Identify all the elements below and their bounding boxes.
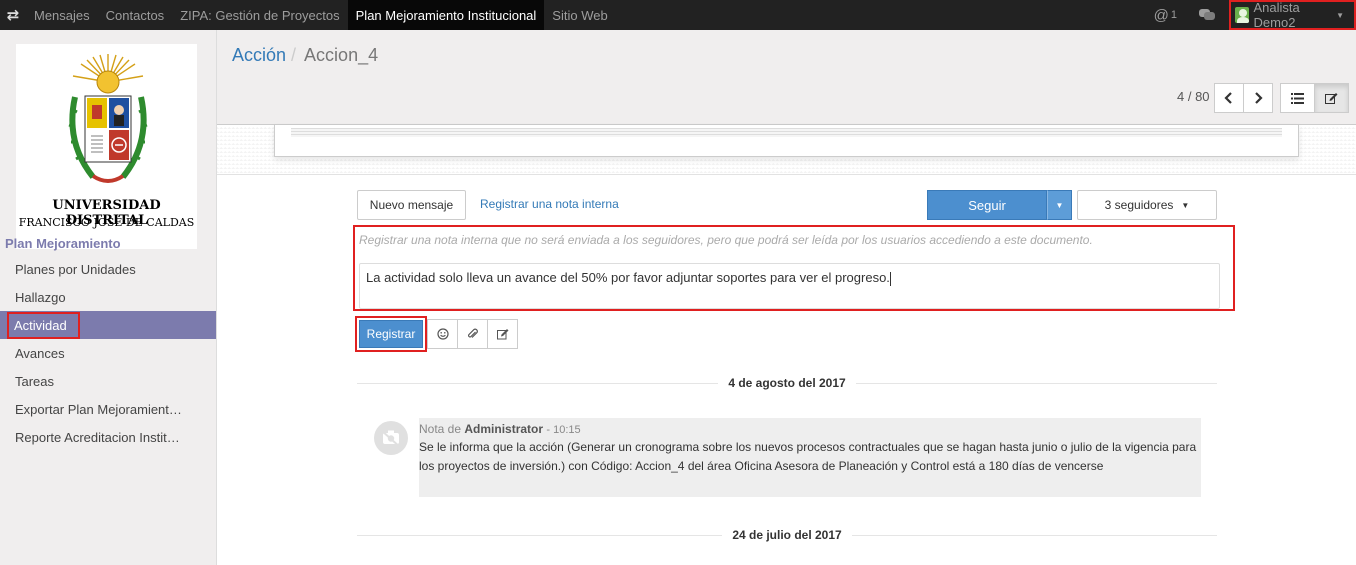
caret-down-icon: ▼ xyxy=(1055,200,1064,210)
divider xyxy=(357,534,723,536)
previous-button[interactable] xyxy=(1214,83,1244,113)
emoji-button[interactable] xyxy=(427,319,458,349)
followers-button[interactable]: 3 seguidores ▼ xyxy=(1077,190,1217,220)
edit-icon xyxy=(496,329,508,340)
follow-button[interactable]: Seguir xyxy=(927,190,1047,220)
smiley-icon xyxy=(436,328,449,340)
app-switcher-icon[interactable]: ⇄ xyxy=(0,0,26,30)
camera-icon xyxy=(380,429,402,449)
follow-dropdown-button[interactable]: ▼ xyxy=(1047,190,1072,220)
menu-plan-mejoramiento[interactable]: Plan Mejoramiento Institucional xyxy=(347,0,545,30)
crest-icon xyxy=(68,54,148,183)
user-menu[interactable]: Analista Demo2 ▼ xyxy=(1229,0,1356,30)
list-icon xyxy=(1291,92,1304,104)
sidebar-item-exportar[interactable]: Exportar Plan Mejoramient… xyxy=(0,395,216,423)
edit-icon xyxy=(1325,93,1338,104)
register-button[interactable]: Registrar xyxy=(359,320,423,348)
breadcrumb-current: Accion_4 xyxy=(304,45,379,65)
new-message-button[interactable]: Nuevo mensaje xyxy=(357,190,466,220)
message-body: Se le informa que la acción (Generar un … xyxy=(419,440,1197,473)
menu-sitio-web[interactable]: Sitio Web xyxy=(544,0,615,30)
form-view-button[interactable] xyxy=(1314,83,1349,113)
message-prefix: Nota de xyxy=(419,422,462,436)
menu-zipa[interactable]: ZIPA: Gestión de Proyectos xyxy=(172,0,347,30)
user-name: Analista Demo2 xyxy=(1253,0,1300,30)
top-menu: Mensajes Contactos ZIPA: Gestión de Proy… xyxy=(26,0,616,30)
sidebar-section-title: Plan Mejoramiento xyxy=(5,236,121,251)
attach-button[interactable] xyxy=(457,319,488,349)
date-separator: 4 de agosto del 2017 xyxy=(357,373,1218,393)
divider xyxy=(855,382,1218,384)
caret-down-icon: ▼ xyxy=(1181,200,1190,210)
date-label: 4 de agosto del 2017 xyxy=(728,376,846,390)
breadcrumb-parent[interactable]: Acción xyxy=(232,45,286,66)
register-button-highlight: Registrar xyxy=(355,316,427,352)
sidebar-item-hallazgo[interactable]: Hallazgo xyxy=(0,283,216,311)
caret-down-icon: ▼ xyxy=(1336,10,1344,20)
follow-group: Seguir ▼ xyxy=(927,190,1072,220)
sidebar-item-avances[interactable]: Avances xyxy=(0,339,216,367)
chevron-right-icon xyxy=(1255,92,1263,104)
note-textarea[interactable]: La actividad solo lleva un avance del 50… xyxy=(359,263,1220,309)
form-content: Nuevo mensaje Registrar una nota interna… xyxy=(217,125,1356,565)
log-note-link[interactable]: Registrar una nota interna xyxy=(480,197,619,211)
sheet-divider xyxy=(291,128,1282,137)
sidebar-nav: Planes por Unidades Hallazgo Actividad A… xyxy=(0,255,216,451)
breadcrumb-separator: / xyxy=(291,45,297,65)
logo-line2: FRANCISCO JOSÉ DE CALDAS xyxy=(18,216,195,229)
composer-hint: Registrar una nota interna que no será e… xyxy=(359,233,1093,247)
note-text: La actividad solo lleva un avance del 50… xyxy=(366,270,890,285)
sidebar-item-planes[interactable]: Planes por Unidades xyxy=(0,255,216,283)
sidebar-item-label: Actividad xyxy=(7,311,80,339)
list-view-button[interactable] xyxy=(1280,83,1315,113)
text-cursor xyxy=(889,271,891,286)
form-sheet xyxy=(274,125,1299,157)
followers-label: 3 seguidores xyxy=(1104,198,1174,212)
chevron-left-icon xyxy=(1224,92,1232,104)
user-avatar xyxy=(1235,7,1249,23)
note-composer: Registrar una nota interna que no será e… xyxy=(353,225,1235,311)
message-author[interactable]: Administrator xyxy=(464,422,543,436)
pager-value: 4 / 80 xyxy=(1177,89,1210,104)
sidebar-item-tareas[interactable]: Tareas xyxy=(0,367,216,395)
next-button[interactable] xyxy=(1243,83,1273,113)
view-switcher xyxy=(1280,83,1349,113)
divider xyxy=(357,382,719,384)
date-separator: 24 de julio del 2017 xyxy=(357,525,1218,545)
message-avatar xyxy=(374,421,408,455)
chat-icon[interactable] xyxy=(1199,9,1215,21)
mentions-count: 1 xyxy=(1170,9,1177,21)
sidebar-item-actividad[interactable]: Actividad xyxy=(0,311,216,339)
at-icon: @ xyxy=(1153,6,1169,24)
paperclip-icon xyxy=(467,328,478,338)
menu-contactos[interactable]: Contactos xyxy=(98,0,173,30)
full-composer-button[interactable] xyxy=(487,319,518,349)
control-panel: Acción / Accion_4 4 / 80 xyxy=(217,30,1356,125)
sidebar-item-reporte[interactable]: Reporte Acreditacion Instit… xyxy=(0,423,216,451)
menu-mensajes[interactable]: Mensajes xyxy=(26,0,98,30)
top-navbar: ⇄ Mensajes Contactos ZIPA: Gestión de Pr… xyxy=(0,0,1356,30)
composer-tools xyxy=(427,319,518,349)
message-time: - 10:15 xyxy=(546,424,581,436)
sidebar: UNIVERSIDAD DISTRITAL FRANCISCO JOSÉ DE … xyxy=(0,30,217,565)
breadcrumb: Acción / Accion_4 xyxy=(232,45,378,66)
university-logo: UNIVERSIDAD DISTRITAL FRANCISCO JOSÉ DE … xyxy=(16,44,197,249)
message-meta: Nota de Administrator - 10:15 xyxy=(419,422,1201,436)
message-item: Nota de Administrator - 10:15 Se le info… xyxy=(419,418,1201,497)
date-label: 24 de julio del 2017 xyxy=(732,528,842,542)
divider xyxy=(851,534,1218,536)
mentions-counter[interactable]: @ 1 xyxy=(1154,7,1177,24)
pager-buttons xyxy=(1214,83,1273,113)
